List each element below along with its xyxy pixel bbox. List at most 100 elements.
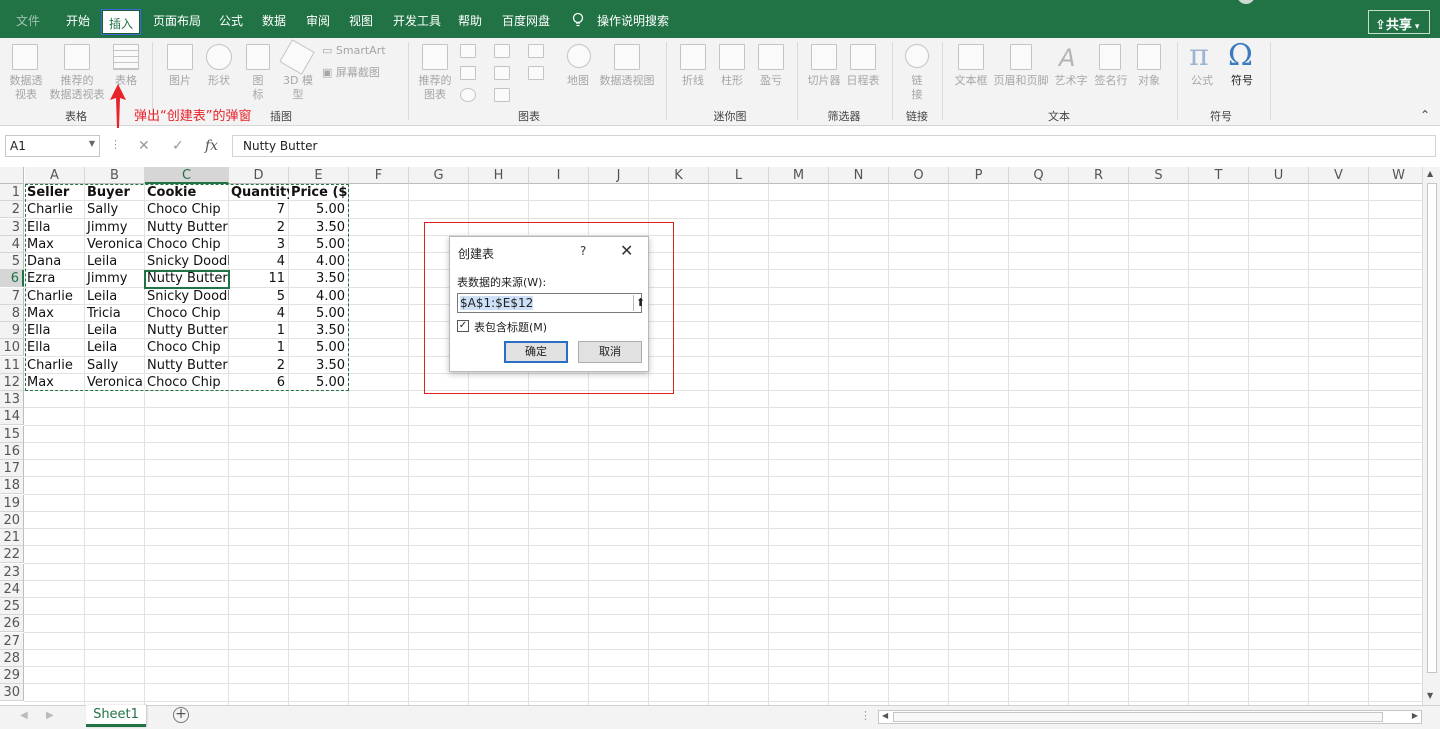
- column-header[interactable]: A: [25, 167, 85, 184]
- previous-sheet-icon[interactable]: ◀: [20, 710, 28, 721]
- scroll-up-icon[interactable]: ▲: [1427, 169, 1433, 178]
- worksheet-grid[interactable]: ABCDEFGHIJKLMNOPQRSTUVW 1 2 3 4 5 6 7 8 9 10 11 12 1…: [0, 167, 1422, 705]
- shapes-button[interactable]: 形状: [203, 74, 235, 88]
- tab-help[interactable]: 帮助: [458, 12, 482, 29]
- split-handle-icon[interactable]: ⋮: [860, 709, 871, 722]
- column-header[interactable]: T: [1189, 167, 1249, 184]
- column-header[interactable]: B: [85, 167, 145, 184]
- slicer-button[interactable]: 切片器: [806, 74, 842, 88]
- pivot-chart-button[interactable]: 数据透视图: [598, 74, 656, 88]
- select-all-corner[interactable]: [0, 167, 24, 184]
- recommended-pivot-button[interactable]: 推荐的 数据透视表: [48, 74, 106, 102]
- column-header[interactable]: P: [949, 167, 1009, 184]
- column-header[interactable]: E: [289, 167, 349, 184]
- scroll-down-icon[interactable]: ▼: [1427, 691, 1433, 700]
- has-headers-label[interactable]: 表包含标题(M): [474, 319, 547, 335]
- cancel-button[interactable]: 取消: [578, 341, 642, 363]
- column-header[interactable]: O: [889, 167, 949, 184]
- column-header[interactable]: F: [349, 167, 409, 184]
- collapse-ribbon-icon[interactable]: ⌃: [1420, 108, 1430, 122]
- hierarchy-chart-icon[interactable]: [494, 44, 510, 58]
- pivot-table-button[interactable]: 数据透 视表: [6, 74, 46, 102]
- column-header[interactable]: V: [1309, 167, 1369, 184]
- help-icon[interactable]: ?: [580, 244, 586, 258]
- tab-view[interactable]: 视图: [349, 12, 373, 29]
- column-header[interactable]: K: [649, 167, 709, 184]
- wordart-button[interactable]: 艺术字: [1052, 74, 1090, 88]
- row-header[interactable]: 22: [0, 546, 24, 564]
- tab-data[interactable]: 数据: [262, 12, 286, 29]
- row-header[interactable]: 10: [0, 339, 24, 357]
- row-header[interactable]: 17: [0, 460, 24, 478]
- column-header[interactable]: Q: [1009, 167, 1069, 184]
- column-sparkline-button[interactable]: 柱形: [716, 74, 748, 88]
- pie-chart-icon[interactable]: [460, 88, 476, 102]
- symbol-button[interactable]: 符号: [1226, 74, 1258, 88]
- avatar[interactable]: [1237, 0, 1255, 4]
- column-header[interactable]: I: [529, 167, 589, 184]
- row-header[interactable]: 2: [0, 201, 24, 219]
- row-header[interactable]: 11: [0, 356, 24, 374]
- column-header[interactable]: N: [829, 167, 889, 184]
- map-chart-button[interactable]: 地图: [562, 74, 594, 88]
- tab-developer[interactable]: 开发工具: [393, 12, 441, 29]
- row-header[interactable]: 13: [0, 391, 24, 409]
- row-header[interactable]: 12: [0, 373, 24, 391]
- object-button[interactable]: 对象: [1133, 74, 1165, 88]
- tab-formulas[interactable]: 公式: [219, 12, 243, 29]
- tab-baidu-netdisk[interactable]: 百度网盘: [502, 12, 550, 29]
- column-header[interactable]: H: [469, 167, 529, 184]
- textbox-button[interactable]: 文本框: [952, 74, 990, 88]
- row-header[interactable]: 5: [0, 253, 24, 271]
- name-box[interactable]: A1 ▼: [5, 135, 100, 157]
- column-header[interactable]: L: [709, 167, 769, 184]
- tab-page-layout[interactable]: 页面布局: [153, 12, 201, 29]
- recommended-charts-button[interactable]: 推荐的 图表: [416, 74, 454, 102]
- icons-button[interactable]: 图 标: [246, 74, 270, 102]
- tab-home[interactable]: 开始: [66, 12, 90, 29]
- row-header[interactable]: 30: [0, 684, 24, 702]
- column-header[interactable]: S: [1129, 167, 1189, 184]
- insert-function-icon[interactable]: fx: [205, 138, 218, 154]
- column-chart-icon[interactable]: [460, 44, 476, 58]
- column-header[interactable]: R: [1069, 167, 1129, 184]
- waterfall-chart-icon[interactable]: [528, 44, 544, 58]
- row-header[interactable]: 14: [0, 408, 24, 426]
- row-header[interactable]: 28: [0, 649, 24, 667]
- header-footer-button[interactable]: 页眉和页脚: [990, 74, 1052, 88]
- cancel-edit-icon[interactable]: ✕: [138, 138, 150, 154]
- scroll-right-icon[interactable]: ▶: [1412, 711, 1418, 720]
- has-headers-checkbox[interactable]: ✓: [457, 320, 469, 332]
- row-header[interactable]: 1: [0, 184, 24, 202]
- scroll-left-icon[interactable]: ◀: [882, 711, 888, 720]
- row-header[interactable]: 27: [0, 632, 24, 650]
- column-header[interactable]: D: [229, 167, 289, 184]
- row-header[interactable]: 25: [0, 598, 24, 616]
- row-header[interactable]: 19: [0, 494, 24, 512]
- collapse-dialog-icon[interactable]: ⬆: [633, 295, 647, 311]
- row-header[interactable]: 16: [0, 442, 24, 460]
- scatter-chart-icon[interactable]: [494, 88, 510, 102]
- vertical-scrollbar[interactable]: ▲ ▼: [1422, 167, 1440, 705]
- 3d-models-button[interactable]: 3D 模 型: [280, 74, 316, 102]
- confirm-edit-icon[interactable]: ✓: [172, 138, 184, 154]
- row-header[interactable]: 21: [0, 529, 24, 547]
- winloss-sparkline-button[interactable]: 盈亏: [755, 74, 787, 88]
- tab-file[interactable]: 文件: [16, 12, 40, 29]
- column-header[interactable]: W: [1369, 167, 1422, 184]
- link-button[interactable]: 链 接: [905, 74, 929, 102]
- pictures-button[interactable]: 图片: [164, 74, 196, 88]
- timeline-button[interactable]: 日程表: [845, 74, 881, 88]
- equation-button[interactable]: 公式: [1186, 74, 1218, 88]
- row-header[interactable]: 8: [0, 304, 24, 322]
- row-header[interactable]: 6: [0, 270, 24, 288]
- scroll-thumb[interactable]: [1427, 183, 1437, 673]
- add-sheet-button[interactable]: +: [173, 707, 189, 723]
- tab-review[interactable]: 审阅: [306, 12, 330, 29]
- column-header[interactable]: G: [409, 167, 469, 184]
- tell-me-search[interactable]: 操作说明搜索: [597, 12, 669, 29]
- row-header[interactable]: 26: [0, 615, 24, 633]
- line-chart-icon[interactable]: [460, 66, 476, 80]
- ok-button[interactable]: 确定: [504, 341, 568, 363]
- screenshot-button[interactable]: ▣ 屏幕截图: [322, 66, 380, 80]
